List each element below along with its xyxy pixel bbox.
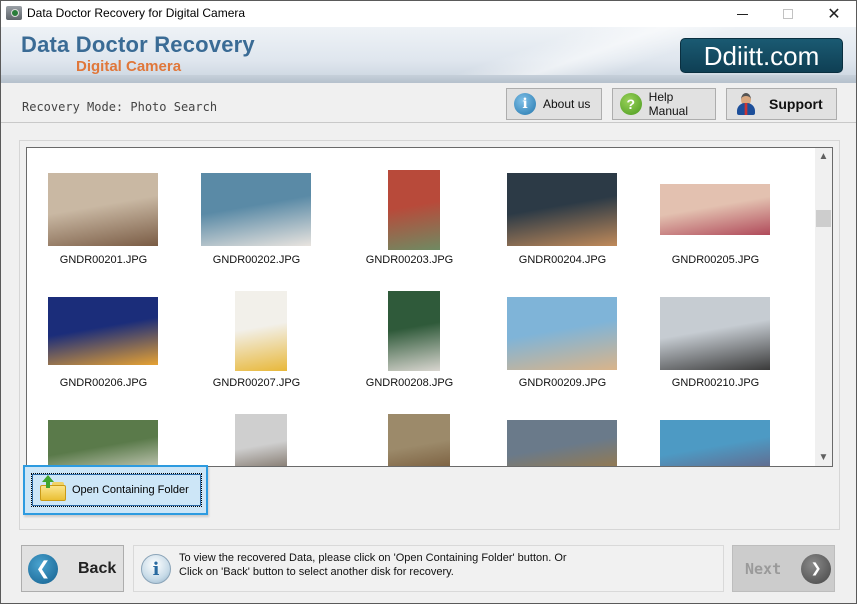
support-label: Support	[769, 96, 823, 112]
photo-image[interactable]	[507, 173, 617, 246]
question-icon: ?	[620, 93, 642, 115]
photo-image[interactable]	[388, 170, 440, 250]
back-label: Back	[78, 559, 117, 577]
chevron-right-icon: ❯	[801, 553, 832, 584]
photo-filename: GNDR00210.JPG	[671, 377, 760, 389]
photo-image[interactable]	[660, 420, 770, 466]
window-title: Data Doctor Recovery for Digital Camera	[27, 6, 246, 20]
photo-image[interactable]	[235, 291, 287, 371]
header-banner: Data Doctor Recovery Digital Camera Ddii…	[1, 27, 856, 83]
chevron-left-icon: ❮	[28, 553, 58, 584]
title-bar: Data Doctor Recovery for Digital Camera …	[1, 1, 856, 27]
photo-image[interactable]	[48, 173, 158, 246]
photo-filename: GNDR00208.JPG	[365, 377, 454, 389]
maximize-button[interactable]	[765, 1, 811, 27]
photo-image[interactable]	[660, 297, 770, 370]
open-folder-focus-frame: Open Containing Folder	[23, 465, 208, 515]
brand-subtitle: Digital Camera	[76, 58, 182, 75]
info-message-box: i To view the recovered Data, please cli…	[133, 545, 724, 592]
open-containing-folder-button[interactable]: Open Containing Folder	[31, 473, 202, 507]
photo-filename: GNDR00205.JPG	[671, 254, 760, 266]
ddiitt-logo[interactable]: Ddiitt.com	[680, 38, 843, 73]
info-line-1: To view the recovered Data, please click…	[179, 552, 567, 564]
photo-gallery[interactable]: GNDR00201.JPG GNDR00202.JPG GNDR00203.JPG G…	[26, 147, 833, 467]
back-button[interactable]: ❮ Back	[21, 545, 124, 592]
photo-image[interactable]	[201, 173, 311, 246]
camera-app-icon	[6, 6, 22, 20]
scroll-up-button[interactable]: ▲	[815, 148, 832, 165]
support-person-icon	[737, 93, 755, 115]
photo-image[interactable]	[388, 291, 440, 371]
next-label: Next	[745, 559, 782, 578]
photo-filename: GNDR00206.JPG	[59, 377, 148, 389]
recovery-mode-label: Recovery Mode: Photo Search	[22, 100, 218, 114]
photo-image[interactable]	[235, 414, 287, 466]
maximize-icon	[783, 9, 793, 19]
photo-filename: GNDR00201.JPG	[59, 254, 148, 266]
vertical-scrollbar[interactable]: ▲ ▼	[815, 148, 832, 466]
info-message: To view the recovered Data, please click…	[179, 551, 567, 579]
brand-title: Data Doctor Recovery	[21, 32, 255, 57]
info-line-2: Click on 'Back' button to select another…	[179, 566, 454, 578]
support-button[interactable]: Support	[726, 88, 837, 120]
info-icon: i	[514, 93, 536, 115]
photo-filename: GNDR00209.JPG	[518, 377, 607, 389]
scroll-thumb[interactable]	[816, 210, 831, 227]
photo-image[interactable]	[507, 297, 617, 370]
photo-image[interactable]	[660, 184, 770, 235]
app-window: Data Doctor Recovery for Digital Camera …	[0, 0, 857, 604]
photo-image[interactable]	[48, 420, 158, 466]
close-icon: ✕	[827, 6, 841, 23]
folder-open-icon	[40, 475, 66, 501]
about-us-label: About us	[543, 97, 591, 111]
mode-bar: Recovery Mode: Photo Search i About us ?…	[1, 83, 856, 123]
photo-image[interactable]	[388, 414, 450, 466]
help-manual-label: Help Manual	[648, 90, 689, 118]
scroll-down-button[interactable]: ▼	[815, 449, 832, 466]
photo-image[interactable]	[507, 420, 617, 466]
photo-filename: GNDR00204.JPG	[518, 254, 607, 266]
photo-filename: GNDR00202.JPG	[212, 254, 301, 266]
help-manual-button[interactable]: ? Help Manual	[612, 88, 716, 120]
photo-filename: GNDR00207.JPG	[212, 377, 301, 389]
close-button[interactable]: ✕	[811, 1, 857, 27]
photo-filename: GNDR00203.JPG	[365, 254, 454, 266]
photo-image[interactable]	[48, 297, 158, 365]
minimize-button[interactable]	[719, 1, 765, 27]
info-icon: i	[141, 554, 171, 584]
open-folder-label: Open Containing Folder	[72, 484, 189, 496]
minimize-icon	[736, 13, 748, 15]
next-button[interactable]: Next ❯	[732, 545, 835, 592]
about-us-button[interactable]: i About us	[506, 88, 602, 120]
